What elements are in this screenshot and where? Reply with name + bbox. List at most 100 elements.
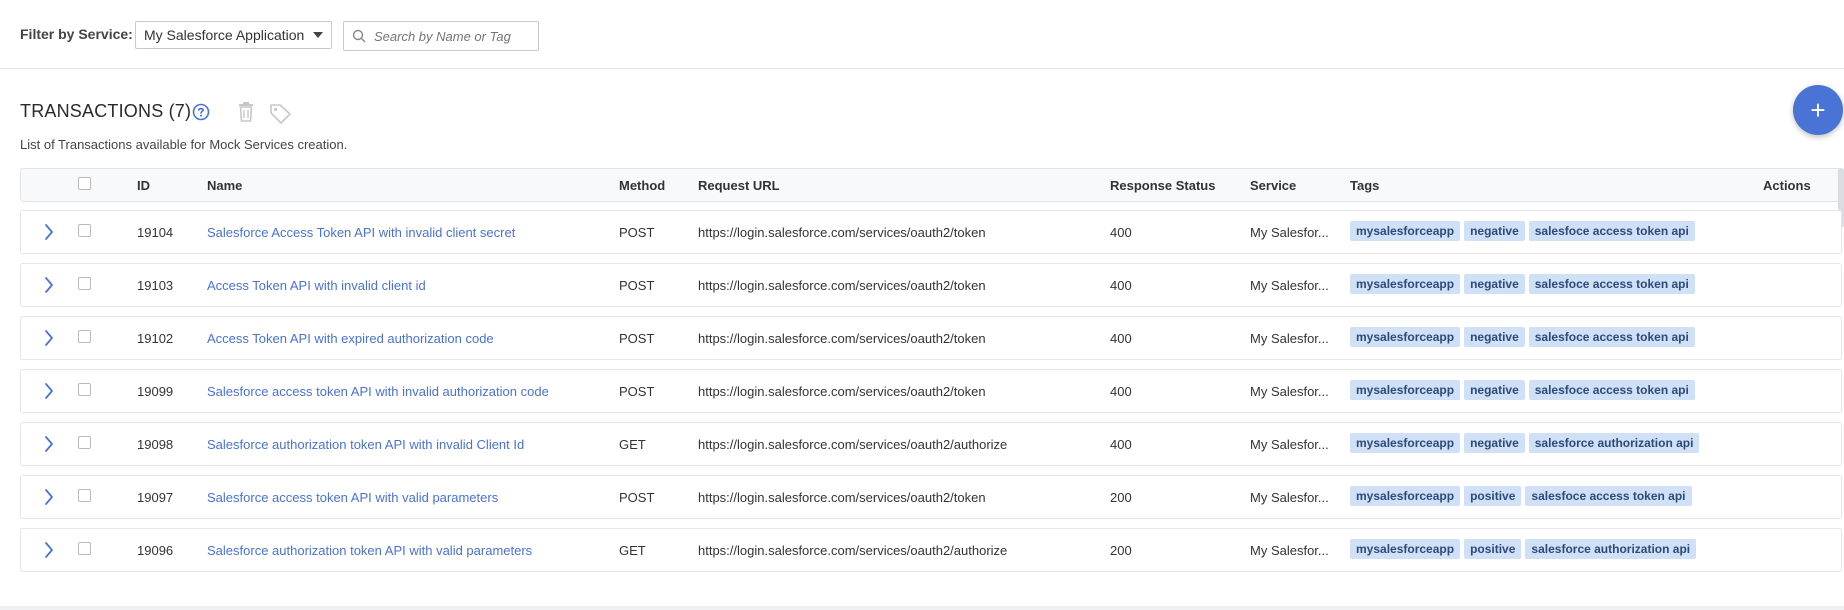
column-method[interactable]: Method <box>619 178 665 193</box>
row-tags: mysalesforceapp positive salesforce author… <box>1350 539 1700 559</box>
row-name-link[interactable]: Salesforce Access Token API with invalid… <box>207 225 515 240</box>
row-id: 19103 <box>137 278 174 293</box>
row-request-url: https://login.salesforce.com/services/oa… <box>698 278 986 293</box>
row-tags: mysalesforceapp negative salesfoce access … <box>1350 274 1699 294</box>
row-checkbox[interactable] <box>78 330 91 343</box>
row-method: POST <box>619 225 655 240</box>
footer-divider <box>0 606 1844 610</box>
row-id: 19104 <box>137 225 174 240</box>
tag-badge: negative <box>1464 327 1525 347</box>
table-row[interactable]: 19096 Salesforce authorization token API… <box>20 528 1842 572</box>
column-request-url[interactable]: Request URL <box>698 178 780 193</box>
table-row[interactable]: 19102 Access Token API with expired auth… <box>20 316 1842 360</box>
row-name-link[interactable]: Salesforce access token API with valid p… <box>207 490 498 505</box>
row-response-status: 400 <box>1110 278 1132 293</box>
column-tags: Tags <box>1350 178 1380 193</box>
row-checkbox[interactable] <box>78 489 91 502</box>
page-title: TRANSACTIONS (7) <box>20 101 192 121</box>
tag-badge: salesfoce access token api <box>1528 380 1695 400</box>
row-service: My Salesfor... <box>1250 278 1329 293</box>
caret-down-icon <box>313 32 323 38</box>
header-divider <box>0 68 1844 69</box>
search-box[interactable] <box>343 21 539 51</box>
column-actions: Actions <box>1763 178 1811 193</box>
tag-badge: salesfoce access token api <box>1528 274 1695 294</box>
row-response-status: 400 <box>1110 331 1132 346</box>
row-service: My Salesfor... <box>1250 437 1329 452</box>
row-checkbox[interactable] <box>78 224 91 237</box>
table-row[interactable]: 19097 Salesforce access token API with v… <box>20 475 1842 519</box>
tag-badge: mysalesforceapp <box>1350 380 1461 400</box>
search-icon <box>352 29 366 43</box>
tag-badge: salesfoce access token api <box>1528 327 1695 347</box>
tag-badge: mysalesforceapp <box>1350 433 1461 453</box>
column-response-status[interactable]: Response Status <box>1110 178 1215 193</box>
tag-badge: mysalesforceapp <box>1350 486 1461 506</box>
row-method: POST <box>619 384 655 399</box>
row-name-link[interactable]: Salesforce access token API with invalid… <box>207 384 549 399</box>
row-request-url: https://login.salesforce.com/services/oa… <box>698 490 986 505</box>
chevron-right-icon[interactable] <box>43 541 55 559</box>
chevron-right-icon[interactable] <box>43 223 55 241</box>
tag-badge: positive <box>1464 486 1522 506</box>
row-request-url: https://login.salesforce.com/services/oa… <box>698 384 986 399</box>
add-transaction-button[interactable]: + <box>1793 85 1843 135</box>
trash-icon[interactable] <box>237 101 255 123</box>
table-row[interactable]: 19103 Access Token API with invalid clie… <box>20 263 1842 307</box>
table-row[interactable]: 19098 Salesforce authorization token API… <box>20 422 1842 466</box>
select-all-checkbox[interactable] <box>78 177 91 190</box>
table-header: ID Name Method Request URL Response Stat… <box>20 168 1842 202</box>
row-method: POST <box>619 331 655 346</box>
service-select-value: My Salesforce Application <box>144 27 305 43</box>
row-checkbox[interactable] <box>78 436 91 449</box>
question-circle-icon[interactable] <box>192 103 210 121</box>
tag-badge: mysalesforceapp <box>1350 327 1461 347</box>
row-method: GET <box>619 543 646 558</box>
filter-by-service-label: Filter by Service: <box>20 26 133 42</box>
row-request-url: https://login.salesforce.com/services/oa… <box>698 331 986 346</box>
row-request-url: https://login.salesforce.com/services/oa… <box>698 225 986 240</box>
tag-badge: salesfoce access token api <box>1525 486 1692 506</box>
tag-badge: negative <box>1464 380 1525 400</box>
tag-badge: mysalesforceapp <box>1350 274 1461 294</box>
chevron-right-icon[interactable] <box>43 276 55 294</box>
tag-badge: salesforce authorization api <box>1528 433 1700 453</box>
row-tags: mysalesforceapp negative salesfoce access … <box>1350 327 1699 347</box>
column-service[interactable]: Service <box>1250 178 1296 193</box>
row-response-status: 200 <box>1110 490 1132 505</box>
column-id[interactable]: ID <box>137 178 150 193</box>
row-service: My Salesfor... <box>1250 225 1329 240</box>
row-method: GET <box>619 437 646 452</box>
row-checkbox[interactable] <box>78 277 91 290</box>
row-name-link[interactable]: Access Token API with expired authorizat… <box>207 331 494 346</box>
chevron-right-icon[interactable] <box>43 329 55 347</box>
row-request-url: https://login.salesforce.com/services/oa… <box>698 437 1008 452</box>
row-response-status: 200 <box>1110 543 1132 558</box>
table-row[interactable]: 19104 Salesforce Access Token API with i… <box>20 210 1842 254</box>
column-name[interactable]: Name <box>207 178 242 193</box>
row-id: 19096 <box>137 543 174 558</box>
tag-icon[interactable] <box>269 102 293 124</box>
row-method: POST <box>619 278 655 293</box>
chevron-right-icon[interactable] <box>43 382 55 400</box>
row-request-url: https://login.salesforce.com/services/oa… <box>698 543 1008 558</box>
chevron-right-icon[interactable] <box>43 435 55 453</box>
tag-badge: positive <box>1464 539 1522 559</box>
search-input[interactable] <box>372 27 526 45</box>
row-service: My Salesfor... <box>1250 331 1329 346</box>
row-checkbox[interactable] <box>78 383 91 396</box>
row-name-link[interactable]: Salesforce authorization token API with … <box>207 437 524 452</box>
service-select[interactable]: My Salesforce Application <box>135 21 332 49</box>
row-name-link[interactable]: Salesforce authorization token API with … <box>207 543 532 558</box>
row-tags: mysalesforceapp positive salesfoce access … <box>1350 486 1696 506</box>
tag-badge: mysalesforceapp <box>1350 539 1461 559</box>
row-tags: mysalesforceapp negative salesfoce access … <box>1350 380 1699 400</box>
row-response-status: 400 <box>1110 384 1132 399</box>
row-method: POST <box>619 490 655 505</box>
row-name-link[interactable]: Access Token API with invalid client id <box>207 278 426 293</box>
row-tags: mysalesforceapp negative salesforce author… <box>1350 433 1703 453</box>
tag-badge: salesfoce access token api <box>1528 221 1695 241</box>
row-checkbox[interactable] <box>78 542 91 555</box>
table-row[interactable]: 19099 Salesforce access token API with i… <box>20 369 1842 413</box>
chevron-right-icon[interactable] <box>43 488 55 506</box>
